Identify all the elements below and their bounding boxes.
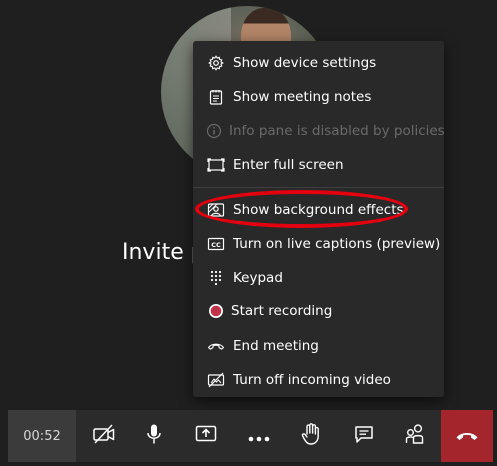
menu-item-label: Start recording [231,303,333,319]
menu-item-label: Info pane is disabled by policies [229,123,445,139]
menu-item-device-settings[interactable]: Show device settings [193,48,444,78]
hang-up-button[interactable] [441,410,493,462]
video-off-icon [206,371,226,389]
camera-off-icon [92,424,116,448]
chat-button[interactable] [341,410,387,462]
participants-button[interactable] [392,410,438,462]
menu-divider [193,187,444,188]
gear-icon [206,54,226,72]
menu-item-end-meeting[interactable]: End meeting [193,331,444,361]
svg-text:CC: CC [211,241,221,249]
end-meeting-icon [206,337,226,355]
menu-item-label: Turn off incoming video [233,372,391,388]
menu-item-full-screen[interactable]: Enter full screen [193,150,444,180]
menu-item-label: Turn on live captions (preview) [233,236,441,252]
share-icon [195,424,217,448]
hand-icon [301,423,321,449]
call-timer: 00:52 [8,410,76,462]
captions-icon: CC [206,235,226,253]
share-button[interactable] [183,410,229,462]
menu-item-incoming-video[interactable]: Turn off incoming video [193,365,444,395]
notes-icon [206,88,226,106]
record-icon [206,302,226,320]
highlight-annotation [195,190,408,228]
menu-item-label: Keypad [233,270,283,286]
call-controls-toolbar: 00:52 [8,410,493,462]
menu-item-keypad[interactable]: Keypad [193,263,444,293]
more-actions-button[interactable] [236,410,282,462]
microphone-button[interactable] [131,410,177,462]
microphone-icon [145,423,163,449]
menu-item-info-pane: Info pane is disabled by policies [193,116,445,146]
meeting-stage: Invite p Show device settings Show meeti… [0,0,497,466]
camera-off-button[interactable] [81,410,127,462]
info-icon [206,122,222,140]
fullscreen-icon [206,156,226,174]
raise-hand-button[interactable] [288,410,334,462]
menu-item-label: Show device settings [233,55,377,71]
menu-item-label: End meeting [233,338,319,354]
chat-icon [354,424,374,448]
menu-item-start-recording[interactable]: Start recording [193,296,444,326]
keypad-icon [206,269,226,287]
menu-item-live-captions[interactable]: CC Turn on live captions (preview) [193,229,444,259]
menu-item-label: Enter full screen [233,157,344,173]
hang-up-icon [455,427,479,446]
participants-icon [404,423,426,449]
more-icon [248,427,270,446]
menu-item-label: Show meeting notes [233,89,372,105]
menu-item-meeting-notes[interactable]: Show meeting notes [193,82,444,112]
